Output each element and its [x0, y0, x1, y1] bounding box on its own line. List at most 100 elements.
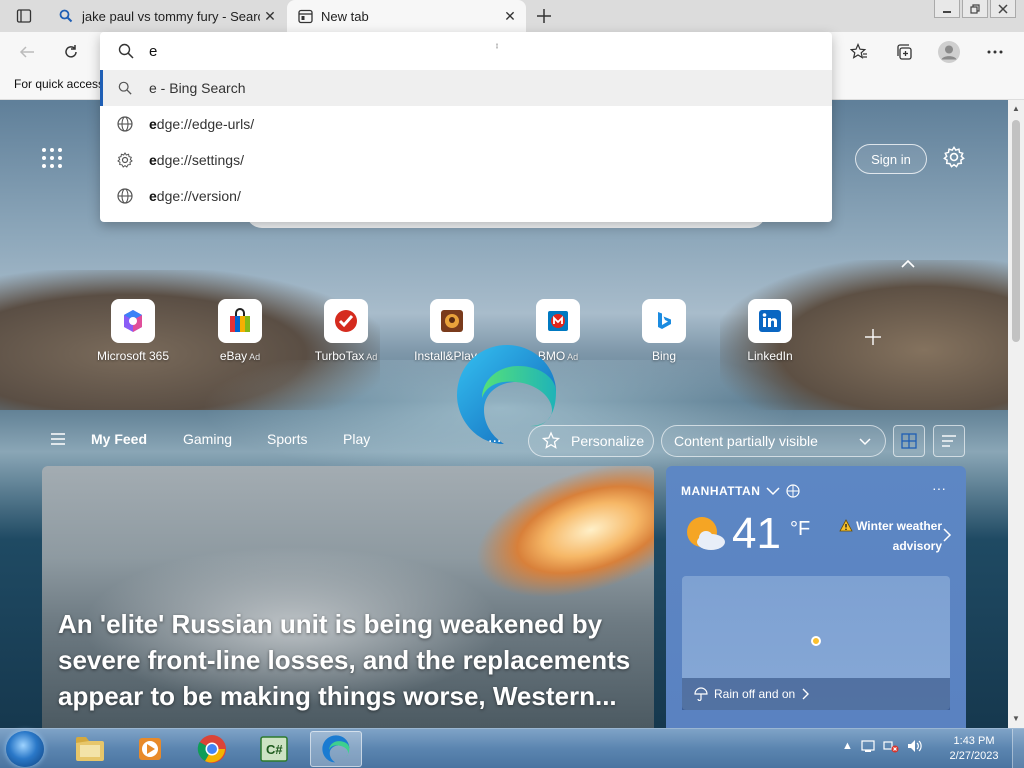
weather-forecast[interactable]: Rain off and on: [682, 678, 950, 710]
ad-badge: Ad: [366, 352, 378, 362]
refresh-button[interactable]: [58, 39, 84, 65]
suggestion-edge-version[interactable]: edge://version/: [100, 178, 832, 214]
tab-title: New tab: [321, 8, 369, 24]
list-layout-button[interactable]: [933, 425, 965, 457]
news-headline[interactable]: An 'elite' Russian unit is being weakene…: [58, 606, 648, 714]
page-scrollbar[interactable]: ▲ ▼: [1008, 100, 1024, 728]
feed-menu-button[interactable]: [50, 432, 66, 446]
favorites-bar-hint: For quick access: [14, 77, 105, 91]
quick-link-turbotax[interactable]: TurboTax Ad: [301, 299, 391, 363]
refresh-icon: [65, 45, 77, 58]
search-icon: [116, 79, 134, 97]
umbrella-icon: [694, 687, 708, 701]
quick-link-linkedin[interactable]: LinkedIn: [725, 299, 815, 363]
news-image: [458, 466, 654, 624]
tab-close-button[interactable]: ✕: [500, 6, 520, 26]
personalize-icon: [541, 431, 561, 449]
personalize-label: Personalize: [571, 433, 645, 449]
feed-tab-gaming[interactable]: Gaming: [183, 431, 232, 447]
feed-tab-play[interactable]: Play: [343, 431, 370, 447]
feed-tab-sports[interactable]: Sports: [267, 431, 307, 447]
gear-icon: [116, 151, 134, 169]
quick-link-ebay[interactable]: eBay Ad: [195, 299, 285, 363]
suggestion-edge-settings[interactable]: edge://settings/: [100, 142, 832, 178]
suggestion-edge-urls[interactable]: edge://edge-urls/: [100, 106, 832, 142]
address-input[interactable]: [149, 42, 749, 60]
csharp-icon: C#: [260, 736, 288, 762]
svg-text:C#: C#: [266, 742, 283, 757]
ad-badge: Ad: [249, 352, 261, 362]
taskbar-edge[interactable]: [310, 731, 362, 767]
minimize-button[interactable]: [934, 0, 960, 18]
tray-expand-icon[interactable]: ▲: [842, 740, 853, 752]
back-button[interactable]: [14, 39, 40, 65]
quick-link-bing[interactable]: Bing: [619, 299, 709, 363]
start-button[interactable]: [6, 731, 44, 767]
edge-icon: [322, 735, 350, 763]
tab-actions-button[interactable]: [10, 6, 38, 26]
collapse-button[interactable]: [900, 258, 918, 272]
news-hero-card[interactable]: An 'elite' Russian unit is being weakene…: [42, 466, 654, 728]
quick-link-microsoft-365[interactable]: Microsoft 365: [88, 299, 178, 363]
feed-more-button[interactable]: ...: [488, 429, 501, 447]
search-icon: [118, 43, 134, 59]
folder-icon: [76, 737, 104, 761]
feed-tab-my-feed[interactable]: My Feed: [91, 431, 147, 447]
tab-new-tab[interactable]: New tab ✕: [287, 0, 526, 32]
taskbar-file-explorer[interactable]: [64, 731, 116, 767]
taskbar-chrome[interactable]: [186, 731, 238, 767]
plus-icon: [865, 329, 881, 345]
globe-icon: [116, 115, 134, 133]
collections-button[interactable]: [891, 39, 917, 65]
suggestion-bing-search[interactable]: e - Bing Search: [100, 70, 832, 106]
weather-map[interactable]: Rain off and on: [682, 576, 950, 710]
weather-more-button[interactable]: ···: [932, 480, 946, 496]
sign-in-button[interactable]: Sign in: [855, 144, 927, 174]
taskbar-clock[interactable]: 1:43 PM 2/27/2023: [946, 734, 1002, 764]
weather-alert[interactable]: Winter weather advisory: [832, 516, 942, 556]
ebay-bag-icon: [218, 299, 262, 343]
location-pin-icon: [811, 636, 821, 646]
network-icon[interactable]: [883, 739, 899, 753]
action-center-icon[interactable]: [861, 739, 875, 753]
page-settings-button[interactable]: [943, 145, 967, 170]
weather-location[interactable]: MANHATTAN: [681, 484, 800, 498]
favorites-button[interactable]: [846, 39, 872, 65]
address-bar-dropdown: e - Bing Search edge://edge-urls/ edge:/…: [100, 32, 832, 222]
new-tab-button[interactable]: [532, 4, 556, 28]
tab-actions-icon: [16, 9, 32, 23]
suggestion-text: edge://edge-urls/: [149, 116, 255, 132]
add-quick-link-button[interactable]: [864, 326, 882, 352]
quick-link-label: eBay: [219, 349, 248, 363]
close-window-button[interactable]: [990, 0, 1016, 18]
grid-layout-button[interactable]: [893, 425, 925, 457]
app-launcher-button[interactable]: [42, 148, 62, 168]
tab-search[interactable]: jake paul vs tommy fury - Search ✕: [48, 0, 286, 32]
gear-icon: [943, 145, 965, 168]
chevron-right-icon[interactable]: [942, 528, 952, 542]
globe-icon: [116, 187, 134, 205]
weather-unit: °F: [790, 518, 811, 540]
scroll-up-arrow-icon[interactable]: ▲: [1011, 104, 1021, 114]
taskbar-media-player[interactable]: [124, 731, 176, 767]
quick-link-label: Bing: [651, 349, 677, 363]
tab-close-button[interactable]: ✕: [260, 6, 280, 26]
hamburger-icon: [51, 433, 65, 445]
content-visibility-label: Content partially visible: [674, 433, 818, 449]
restore-icon: [970, 3, 980, 14]
chrome-icon: [197, 735, 226, 763]
quick-link-label: Microsoft 365: [96, 349, 170, 363]
volume-icon[interactable]: [907, 739, 923, 753]
linkedin-icon: [748, 299, 792, 343]
taskbar-csharp-editor[interactable]: C#: [248, 731, 300, 767]
suggestion-text: edge://version/: [149, 188, 241, 204]
scroll-down-arrow-icon[interactable]: ▼: [1011, 714, 1021, 724]
settings-and-more-button[interactable]: [982, 39, 1008, 65]
scrollbar-thumb[interactable]: [1012, 120, 1020, 342]
clock-date: 2/27/2023: [949, 750, 999, 762]
show-desktop-button[interactable]: [1012, 729, 1024, 768]
personalize-button[interactable]: Personalize: [528, 425, 654, 457]
restore-button[interactable]: [962, 0, 988, 18]
profile-button[interactable]: [936, 39, 962, 65]
content-visibility-dropdown[interactable]: Content partially visible: [661, 425, 886, 457]
